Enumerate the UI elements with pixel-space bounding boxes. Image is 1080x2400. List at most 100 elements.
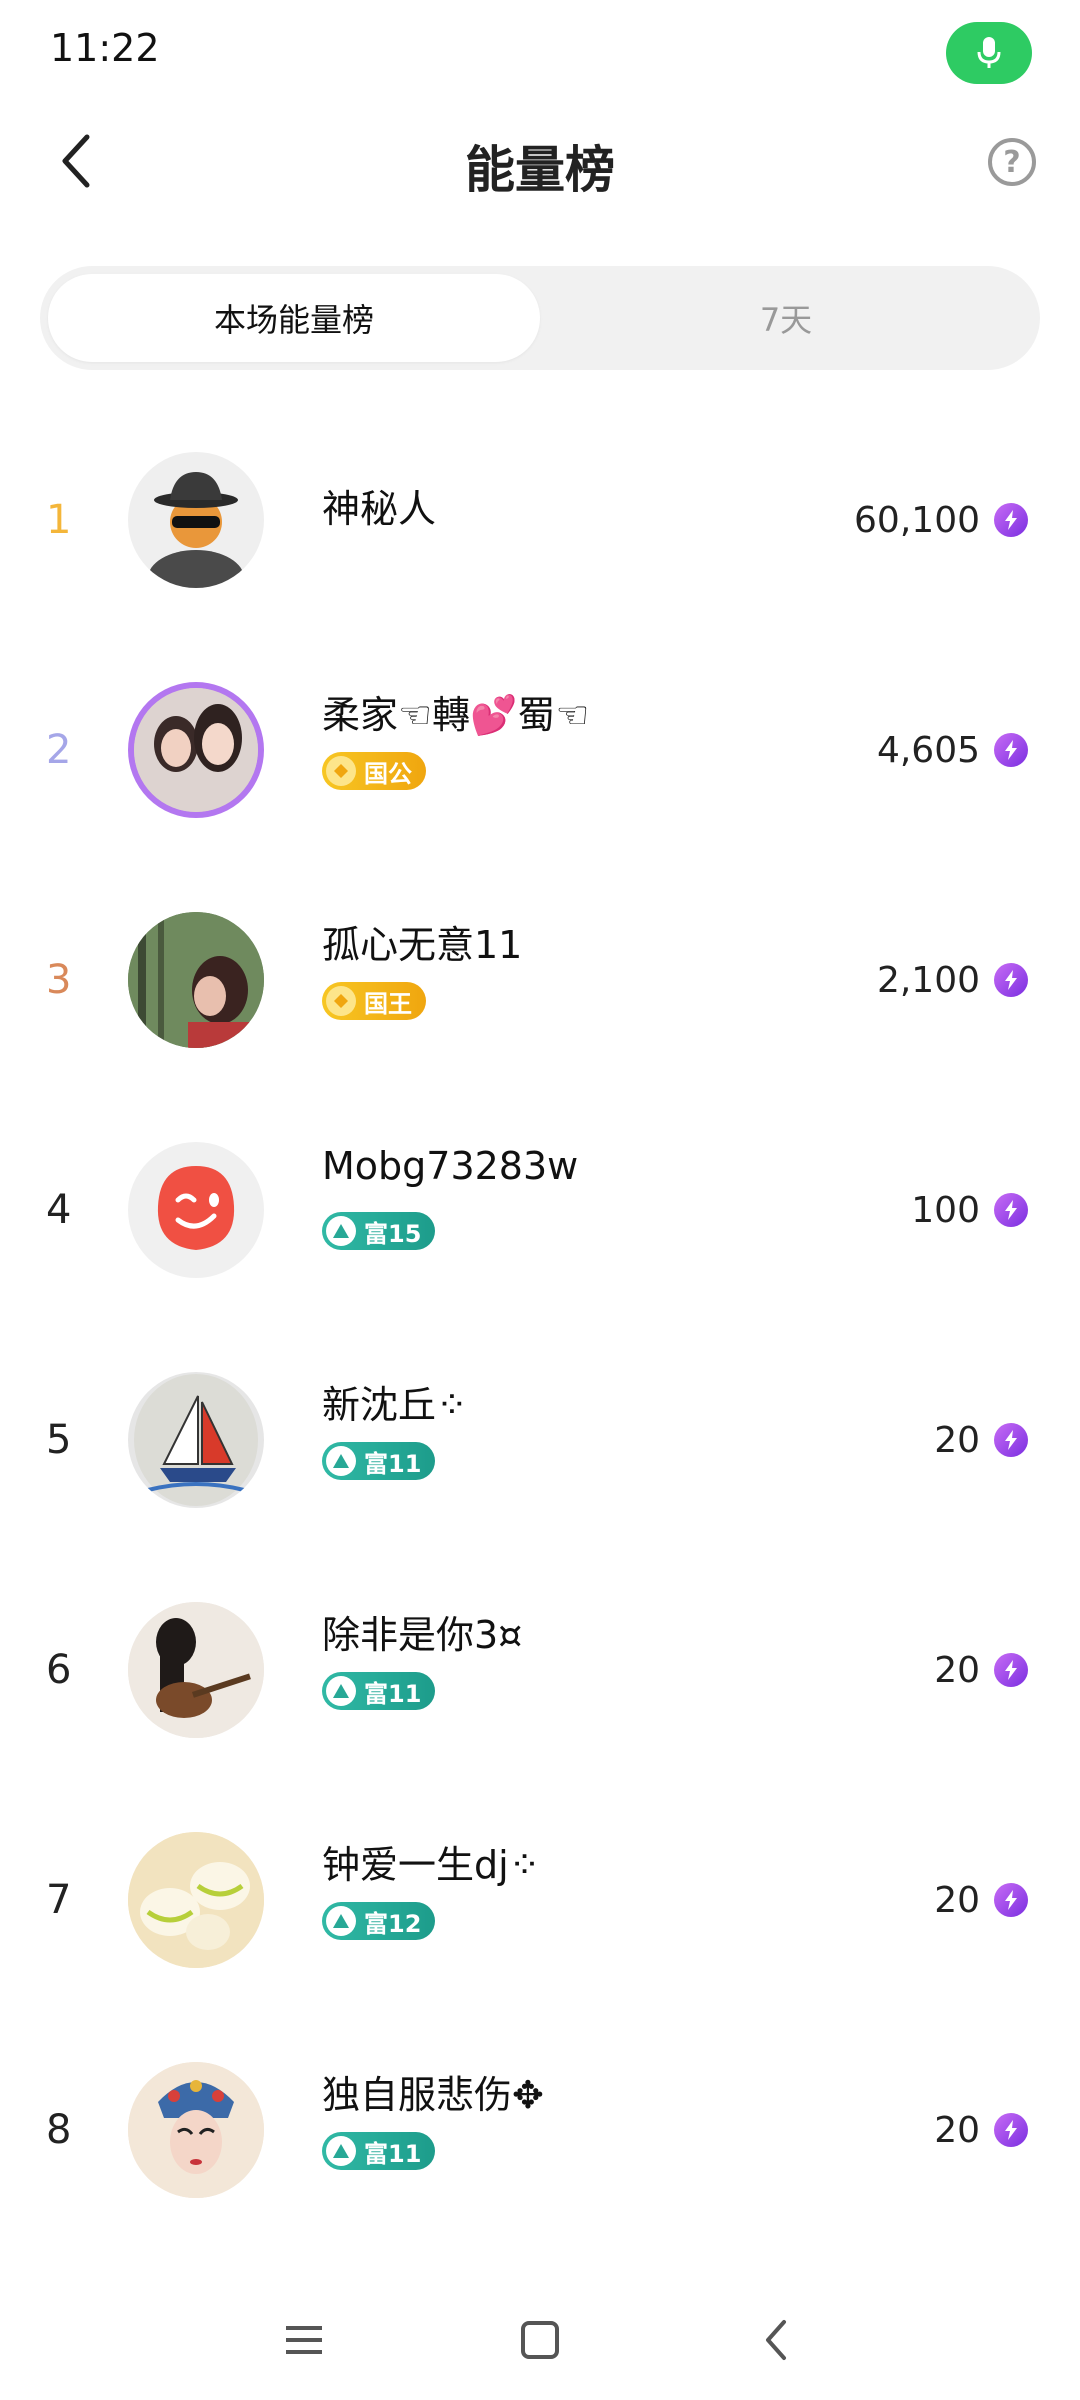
- ice-cream-photo: [128, 1832, 264, 1968]
- wealth-badge: 富11: [322, 1672, 436, 1710]
- avatar[interactable]: [128, 1832, 264, 1968]
- woman-in-forest-photo: [128, 912, 264, 1048]
- avatar[interactable]: [128, 912, 264, 1048]
- back-nav-button[interactable]: [736, 2300, 816, 2380]
- list-item[interactable]: 2 柔家☜轉💕蜀☜ 国公 4,605: [0, 650, 1080, 880]
- energy-icon: [994, 1883, 1028, 1917]
- energy-score: 60,100: [854, 420, 1028, 620]
- status-bar: 11:22: [0, 0, 1080, 100]
- rank-number: 5: [46, 1417, 72, 1463]
- guitar-girl-photo: [128, 1602, 264, 1738]
- score-value: 4,605: [876, 729, 980, 771]
- energy-icon: [994, 733, 1028, 767]
- nobility-badge: 国王: [322, 982, 426, 1020]
- list-item[interactable]: 1 神秘人 60,100: [0, 420, 1080, 650]
- header: 能量榜 ?: [0, 100, 1080, 230]
- home-button[interactable]: [500, 2300, 580, 2380]
- status-time: 11:22: [50, 26, 160, 70]
- score-value: 20: [934, 1649, 980, 1691]
- energy-score: 20: [934, 1570, 1028, 1770]
- score-value: 2,100: [876, 959, 980, 1001]
- energy-icon: [994, 1193, 1028, 1227]
- energy-icon: [994, 1653, 1028, 1687]
- rank-number: 1: [46, 497, 72, 543]
- back-arrow-icon: [766, 2320, 786, 2360]
- energy-score: 20: [934, 1800, 1028, 2000]
- user-name: 孤心无意11: [322, 923, 523, 967]
- microphone-icon: [977, 37, 1001, 68]
- list-item[interactable]: 7 钟爱一生dj⁘ 富12 20: [0, 1800, 1080, 2030]
- level-icon: [326, 1216, 356, 1246]
- tab-7-days[interactable]: 7天: [540, 274, 1032, 362]
- energy-icon: [994, 503, 1028, 537]
- energy-score: 4,605: [877, 650, 1028, 850]
- score-value: 100: [911, 1189, 980, 1231]
- badge-label: 富12: [364, 1909, 422, 1938]
- opera-portrait-photo: [128, 2062, 264, 2198]
- user-name: 神秘人: [322, 487, 437, 531]
- diamond-icon: [326, 986, 356, 1016]
- score-value: 20: [934, 1419, 980, 1461]
- microphone-indicator[interactable]: [946, 22, 1032, 84]
- sailboat-stone-photo: [134, 1374, 258, 1506]
- list-item[interactable]: 5 新沈丘⁘ 富11 20: [0, 1340, 1080, 1570]
- home-square-icon: [521, 2321, 559, 2359]
- badge-label: 国王: [364, 989, 412, 1018]
- user-name: Mobg73283w: [322, 1144, 579, 1188]
- score-value: 60,100: [854, 499, 980, 541]
- couple-photo: [134, 688, 258, 812]
- question-icon: ?: [1003, 144, 1021, 180]
- user-name: 除非是你3¤: [322, 1613, 523, 1657]
- avatar[interactable]: [128, 1602, 264, 1738]
- wealth-badge: 富15: [322, 1212, 436, 1250]
- rank-number: 4: [46, 1187, 72, 1233]
- rank-number: 3: [46, 957, 72, 1003]
- user-name: 新沈丘⁘: [322, 1383, 468, 1427]
- energy-icon: [994, 963, 1028, 997]
- badge-label: 富11: [364, 1449, 422, 1478]
- level-icon: [326, 1676, 356, 1706]
- avatar[interactable]: [128, 1142, 264, 1278]
- wealth-badge: 富12: [322, 1902, 436, 1940]
- badge-label: 国公: [364, 759, 412, 788]
- user-name: 柔家☜轉💕蜀☜: [322, 693, 590, 737]
- score-value: 20: [934, 1879, 980, 1921]
- badge-label: 富11: [364, 2139, 422, 2168]
- diamond-icon: [326, 756, 356, 786]
- avatar[interactable]: [128, 452, 264, 588]
- rank-number: 8: [46, 2107, 72, 2153]
- level-icon: [326, 2136, 356, 2166]
- energy-icon: [994, 1423, 1028, 1457]
- nobility-badge: 国公: [322, 752, 426, 790]
- avatar[interactable]: [128, 1372, 264, 1508]
- list-item[interactable]: 8 独自服悲伤✥ 富11 20: [0, 2030, 1080, 2260]
- rank-number: 2: [46, 727, 72, 773]
- tab-bar: 本场能量榜 7天: [40, 266, 1040, 370]
- page-title: 能量榜: [465, 141, 615, 199]
- avatar[interactable]: [128, 682, 264, 818]
- wealth-badge: 富11: [322, 1442, 436, 1480]
- level-icon: [326, 1906, 356, 1936]
- rank-number: 7: [46, 1877, 72, 1923]
- mystery-person-icon: [148, 472, 244, 588]
- list-item[interactable]: 6 除非是你3¤ 富11 20: [0, 1570, 1080, 1800]
- list-item[interactable]: 3 孤心无意11 国王 2,100: [0, 880, 1080, 1110]
- energy-score: 2,100: [877, 880, 1028, 1080]
- tab-current-session[interactable]: 本场能量榜: [48, 274, 540, 362]
- avatar[interactable]: [128, 2062, 264, 2198]
- system-nav-bar: [0, 2280, 1080, 2400]
- wealth-badge: 富11: [322, 2132, 436, 2170]
- badge-label: 富15: [364, 1219, 422, 1248]
- user-name: 独自服悲伤✥: [322, 2073, 544, 2117]
- level-icon: [326, 1446, 356, 1476]
- help-button[interactable]: ?: [988, 138, 1036, 186]
- energy-score: 100: [911, 1110, 1028, 1310]
- menu-button[interactable]: [264, 2300, 344, 2380]
- badge-label: 富11: [364, 1679, 422, 1708]
- list-item[interactable]: 4 Mobg73283w 富15 100: [0, 1110, 1080, 1340]
- energy-score: 20: [934, 2030, 1028, 2230]
- wink-face-icon: [157, 1166, 235, 1250]
- user-name: 钟爱一生dj⁘: [322, 1843, 541, 1887]
- score-value: 20: [934, 2109, 980, 2151]
- menu-icon: [286, 2326, 322, 2354]
